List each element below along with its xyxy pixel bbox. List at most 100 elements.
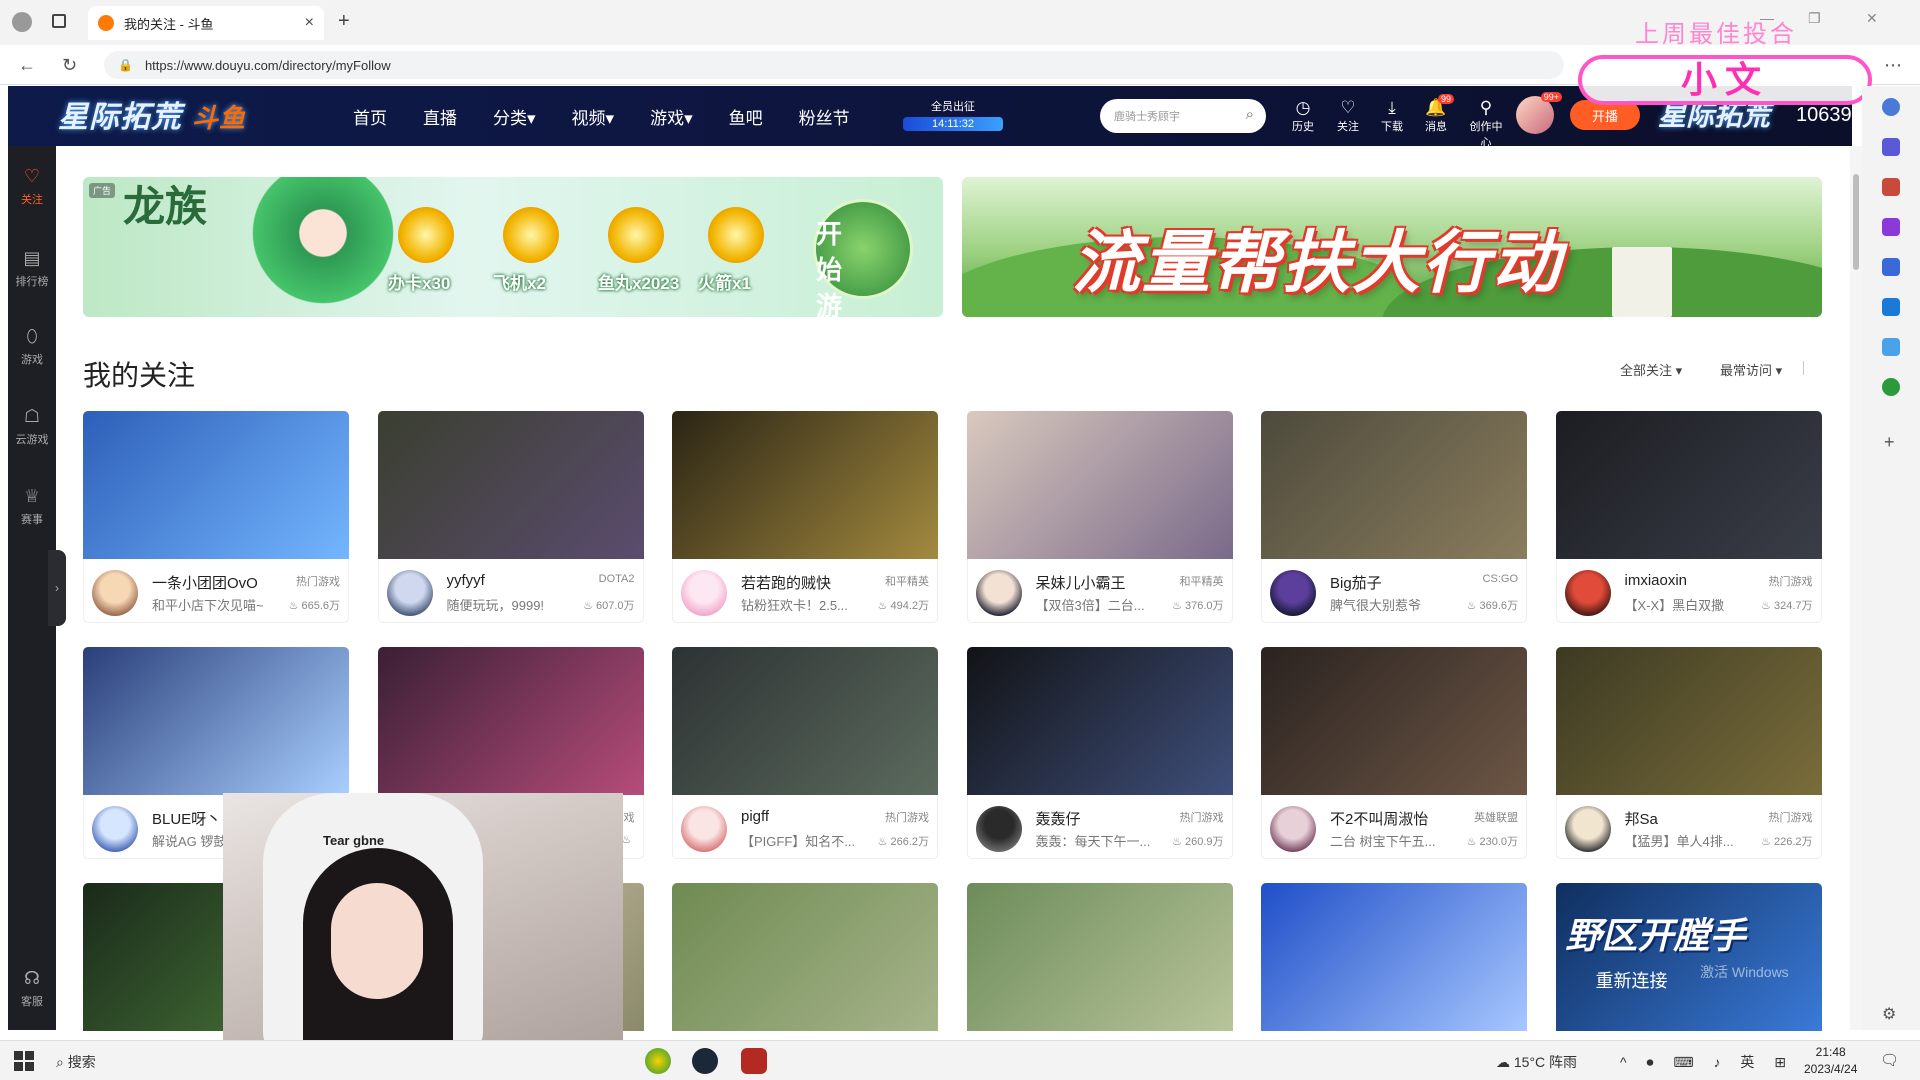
stream-card[interactable]: 一条小团团OvO 热门游戏 和平小店下次见喵~ ♨ 665.6万	[83, 411, 349, 627]
stream-card[interactable]: 若若跑的贼快 和平精英 钻粉狂欢卡！2.5... ♨ 494.2万	[672, 411, 938, 627]
traffic-support-banner[interactable]: 流量帮扶大行动	[962, 177, 1822, 317]
streamer-avatar[interactable]	[92, 570, 138, 616]
stream-thumbnail[interactable]	[83, 647, 349, 795]
stream-category[interactable]: 英雄联盟	[1474, 809, 1518, 825]
header-bell-button[interactable]: 🔔 消息 99	[1416, 94, 1456, 134]
stream-card[interactable]: 轰轰仔 热门游戏 轰轰：每天下午一... ♨ 260.9万	[966, 647, 1233, 863]
stream-card[interactable]: imxiaoxin 热门游戏 【X-X】黑白双撒 ♨ 324.7万	[1555, 411, 1822, 627]
sort-most-visited[interactable]: 最常访问 ▾	[1720, 360, 1782, 379]
nav-item[interactable]: 视频▾	[572, 104, 615, 129]
member-event[interactable]: 全员出征 14:11:32	[903, 98, 1003, 131]
settings-icon[interactable]: ⚙	[1882, 1004, 1896, 1024]
app-icon[interactable]	[645, 1048, 671, 1074]
nav-item[interactable]: 直播	[423, 104, 457, 129]
streamer-name[interactable]: 邦Sa	[1625, 808, 1755, 829]
add-icon[interactable]: +	[1884, 432, 1895, 453]
site-logo[interactable]: 星际拓荒 斗鱼	[58, 92, 246, 136]
stream-card[interactable]: 不2不叫周淑怡 英雄联盟 二台 树宝下午五... ♨ 230.0万	[1261, 647, 1527, 863]
nav-item[interactable]: 首页	[353, 104, 387, 129]
streamer-name[interactable]: yyfyyf	[447, 572, 577, 589]
stream-thumbnail[interactable]	[1261, 411, 1527, 559]
rail-item-cloud-game[interactable]: ☖ 云游戏	[8, 406, 56, 447]
stream-thumbnail[interactable]: 野区开膛手 重新连接	[1555, 883, 1822, 1031]
rail-item-game[interactable]: ⬯ 游戏	[8, 326, 56, 367]
nav-item[interactable]: 鱼吧	[729, 104, 763, 129]
streamer-avatar[interactable]	[1564, 570, 1611, 616]
notification-icon[interactable]: 🗨	[1880, 1051, 1899, 1069]
back-icon[interactable]: ←	[18, 55, 36, 76]
profile-icon[interactable]	[12, 12, 32, 32]
header-history-button[interactable]: ◷ 历史	[1283, 98, 1323, 134]
stream-card[interactable]: 呆妹儿小霸王 和平精英 【双倍3倍】二台... ♨ 376.0万	[966, 411, 1233, 627]
header-heart-button[interactable]: ♡ 关注	[1328, 98, 1368, 134]
steam-icon[interactable]	[692, 1048, 718, 1074]
games-icon[interactable]	[1882, 218, 1900, 236]
stream-thumbnail[interactable]	[672, 883, 938, 1031]
stream-card[interactable]	[672, 883, 938, 1031]
stream-card[interactable]: 邦Sa 热门游戏 【猛男】单人4排... ♨ 226.2万	[1555, 647, 1822, 863]
tree-icon[interactable]	[1882, 378, 1900, 396]
outlook-icon[interactable]	[1882, 298, 1900, 316]
filter-all-follows[interactable]: 全部关注 ▾	[1620, 360, 1682, 379]
nav-item[interactable]: 粉丝节	[799, 104, 850, 129]
more-menu-icon[interactable]: ⋯	[1884, 55, 1902, 76]
start-game-button[interactable]: 开始游戏	[813, 199, 913, 317]
streamer-avatar[interactable]	[975, 570, 1022, 616]
rail-collapse-button[interactable]: ›	[48, 550, 66, 626]
stream-card[interactable]: yyfyyf DOTA2 随便玩玩，9999! ♨ 607.0万	[377, 411, 644, 627]
stream-card[interactable]	[966, 883, 1233, 1031]
tab-actions-icon[interactable]	[52, 14, 66, 28]
page-scrollbar[interactable]	[1850, 146, 1862, 1030]
stream-thumbnail[interactable]	[1261, 647, 1527, 795]
stream-thumbnail[interactable]	[83, 411, 349, 559]
stream-card[interactable]: Big茄子 CS:GO 脾气很大别惹爷 ♨ 369.6万	[1261, 411, 1527, 627]
search-icon[interactable]	[1882, 98, 1900, 116]
stream-card[interactable]: pigff 热门游戏 【PIGFF】知名不... ♨ 266.2万	[672, 647, 938, 863]
clock[interactable]: 21:48 2023/4/24	[1804, 1044, 1857, 1078]
streamer-avatar[interactable]	[1270, 570, 1316, 616]
stream-category[interactable]: 热门游戏	[885, 809, 929, 825]
stream-thumbnail[interactable]	[966, 411, 1233, 559]
streamer-name[interactable]: pigff	[741, 808, 871, 825]
nav-item[interactable]: 游戏▾	[650, 104, 693, 129]
taskbar-search[interactable]: ⌕ 搜索	[56, 1052, 96, 1072]
stream-thumbnail[interactable]	[1555, 411, 1822, 559]
stream-card[interactable]	[1261, 883, 1527, 1031]
stream-card[interactable]: 野区开膛手 重新连接	[1555, 883, 1822, 1031]
streamer-name[interactable]: 不2不叫周淑怡	[1330, 808, 1460, 829]
refresh-icon[interactable]: ↻	[62, 55, 77, 76]
stream-category[interactable]: CS:GO	[1483, 573, 1518, 585]
streamer-name[interactable]: Big茄子	[1330, 572, 1460, 593]
rail-item-trophy[interactable]: ♕ 赛事	[8, 486, 56, 527]
streamer-avatar[interactable]	[386, 570, 433, 616]
dota-icon[interactable]	[741, 1048, 767, 1074]
rail-item-headset[interactable]: ☊ 客服	[8, 968, 56, 1009]
stream-thumbnail[interactable]	[377, 647, 644, 795]
url-field[interactable]: 🔒 https://www.douyu.com/directory/myFoll…	[104, 51, 1564, 79]
maximize-icon[interactable]: ❐	[1808, 10, 1821, 27]
scrollbar-thumb[interactable]	[1853, 174, 1859, 270]
rail-item-ranking[interactable]: ▤ 排行榜	[8, 248, 56, 289]
system-tray[interactable]: ^ ⏺ ⌨ ♪ 英 ⊞	[1620, 1052, 1794, 1072]
streamer-name[interactable]: imxiaoxin	[1625, 572, 1755, 589]
weather-widget[interactable]: ☁ 15°C 阵雨	[1496, 1052, 1577, 1072]
user-avatar[interactable]: 99+	[1516, 92, 1562, 134]
stream-category[interactable]: 热门游戏	[1180, 809, 1224, 825]
streamer-avatar[interactable]	[1564, 806, 1611, 852]
stream-category[interactable]: 热门游戏	[1769, 809, 1813, 825]
header-download-button[interactable]: ⤓ 下载	[1372, 98, 1412, 134]
streamer-name[interactable]: 一条小团团OvO	[152, 572, 282, 593]
stream-thumbnail[interactable]	[966, 883, 1233, 1031]
windows-start-icon[interactable]	[14, 1051, 34, 1071]
rail-item-heart[interactable]: ♡ 关注	[8, 166, 56, 207]
nav-item[interactable]: 分类▾	[493, 104, 536, 129]
search-icon[interactable]: ⌕	[1246, 106, 1254, 123]
game-ad-banner[interactable]: 广告 龙族 办卡x30 飞机x2 鱼丸x2023 火箭x1 开始游戏	[83, 177, 943, 317]
tag-icon[interactable]	[1882, 138, 1900, 156]
m365-icon[interactable]	[1882, 258, 1900, 276]
streamer-avatar[interactable]	[975, 806, 1022, 852]
send-icon[interactable]	[1882, 338, 1900, 356]
window-close-icon[interactable]: ✕	[1866, 10, 1878, 27]
streamer-name[interactable]: 呆妹儿小霸王	[1036, 572, 1166, 593]
streamer-avatar[interactable]	[681, 806, 727, 852]
